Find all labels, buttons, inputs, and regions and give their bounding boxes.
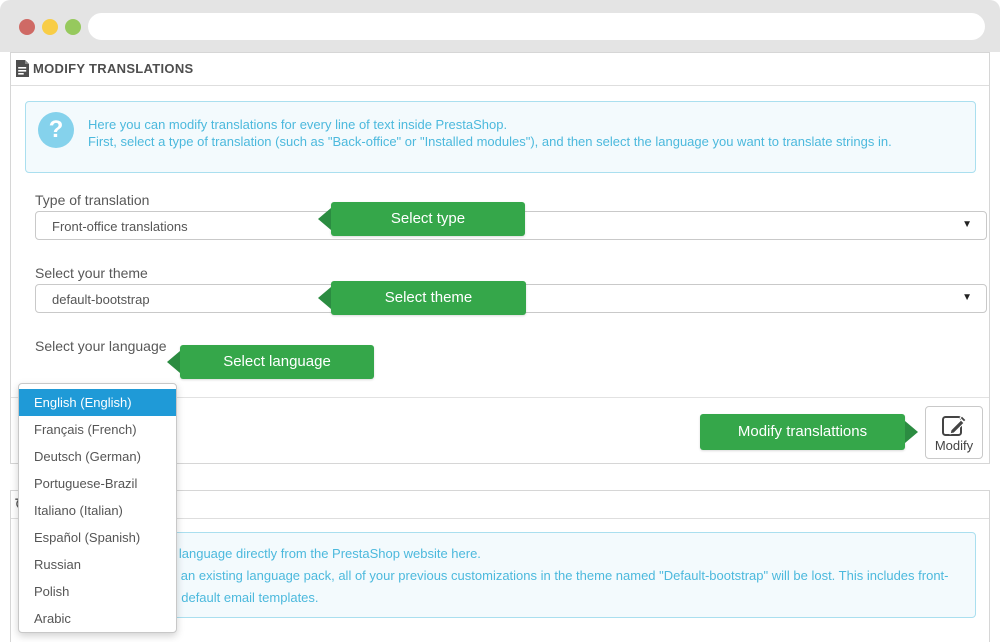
- browser-chrome: [0, 0, 1000, 52]
- language-option-polish[interactable]: Polish: [19, 578, 176, 605]
- info-line: Here you can modify translations for eve…: [88, 116, 892, 133]
- edit-pencil-icon: [940, 411, 968, 439]
- panel-header: MODIFY TRANSLATIONS: [11, 53, 989, 86]
- language-option-arabic[interactable]: Arabic: [19, 605, 176, 632]
- caret-down-icon: ▼: [962, 292, 972, 303]
- language-option-french[interactable]: Français (French): [19, 416, 176, 443]
- language-option-portuguese-brazil[interactable]: Portuguese-Brazil: [19, 470, 176, 497]
- info-line: You can add / update a language directly…: [42, 543, 949, 565]
- translations-info-box: ? Here you can modify translations for e…: [25, 101, 976, 173]
- language-option-spanish[interactable]: Español (Spanish): [19, 524, 176, 551]
- document-icon: [15, 60, 30, 83]
- callout-arrow-right-icon: [905, 421, 918, 443]
- select-type-callout: Select type: [331, 202, 525, 236]
- translations-info-text: Here you can modify translations for eve…: [88, 116, 892, 150]
- callout-arrow-left-icon: [318, 208, 331, 230]
- select-theme-callout: Select theme: [331, 281, 526, 315]
- info-line: office modifications and default email t…: [42, 587, 949, 609]
- callout-arrow-left-icon: [318, 287, 331, 309]
- info-line: First, select a type of translation (suc…: [88, 133, 892, 150]
- callout-text: Modify translattions: [700, 414, 905, 450]
- select-language-callout: Select language: [180, 345, 374, 379]
- modify-button-label: Modify: [926, 438, 982, 453]
- selected-theme-value: default-bootstrap: [52, 292, 150, 307]
- language-option-english[interactable]: English (English): [19, 389, 176, 416]
- help-circle-icon: ?: [38, 112, 74, 148]
- language-option-german[interactable]: Deutsch (German): [19, 443, 176, 470]
- panel-title: MODIFY TRANSLATIONS: [33, 61, 194, 76]
- language-option-italian[interactable]: Italiano (Italian): [19, 497, 176, 524]
- callout-text: Select type: [331, 202, 525, 236]
- select-theme-label: Select your theme: [35, 265, 148, 281]
- window-close-dot-icon[interactable]: [19, 19, 35, 35]
- modify-button[interactable]: Modify: [925, 406, 983, 459]
- language-option-russian[interactable]: Russian: [19, 551, 176, 578]
- info-line: If you choose to update an existing lang…: [42, 565, 949, 587]
- screen: MODIFY TRANSLATIONS ? Here you can modif…: [0, 0, 1000, 642]
- select-language-label: Select your language: [35, 338, 167, 354]
- window-maximize-dot-icon[interactable]: [65, 19, 81, 35]
- address-bar[interactable]: [88, 13, 985, 40]
- caret-down-icon: ▼: [962, 219, 972, 230]
- selected-type-value: Front-office translations: [52, 219, 188, 234]
- window-minimize-dot-icon[interactable]: [42, 19, 58, 35]
- callout-text: Select theme: [331, 281, 526, 315]
- modify-translations-callout: Modify translattions: [700, 414, 905, 450]
- language-dropdown-menu: English (English) Français (French) Deut…: [18, 383, 177, 633]
- callout-text: Select language: [180, 345, 374, 379]
- language-pack-info-text: You can add / update a language directly…: [42, 543, 949, 609]
- callout-arrow-left-icon: [167, 351, 180, 373]
- type-of-translation-label: Type of translation: [35, 192, 149, 208]
